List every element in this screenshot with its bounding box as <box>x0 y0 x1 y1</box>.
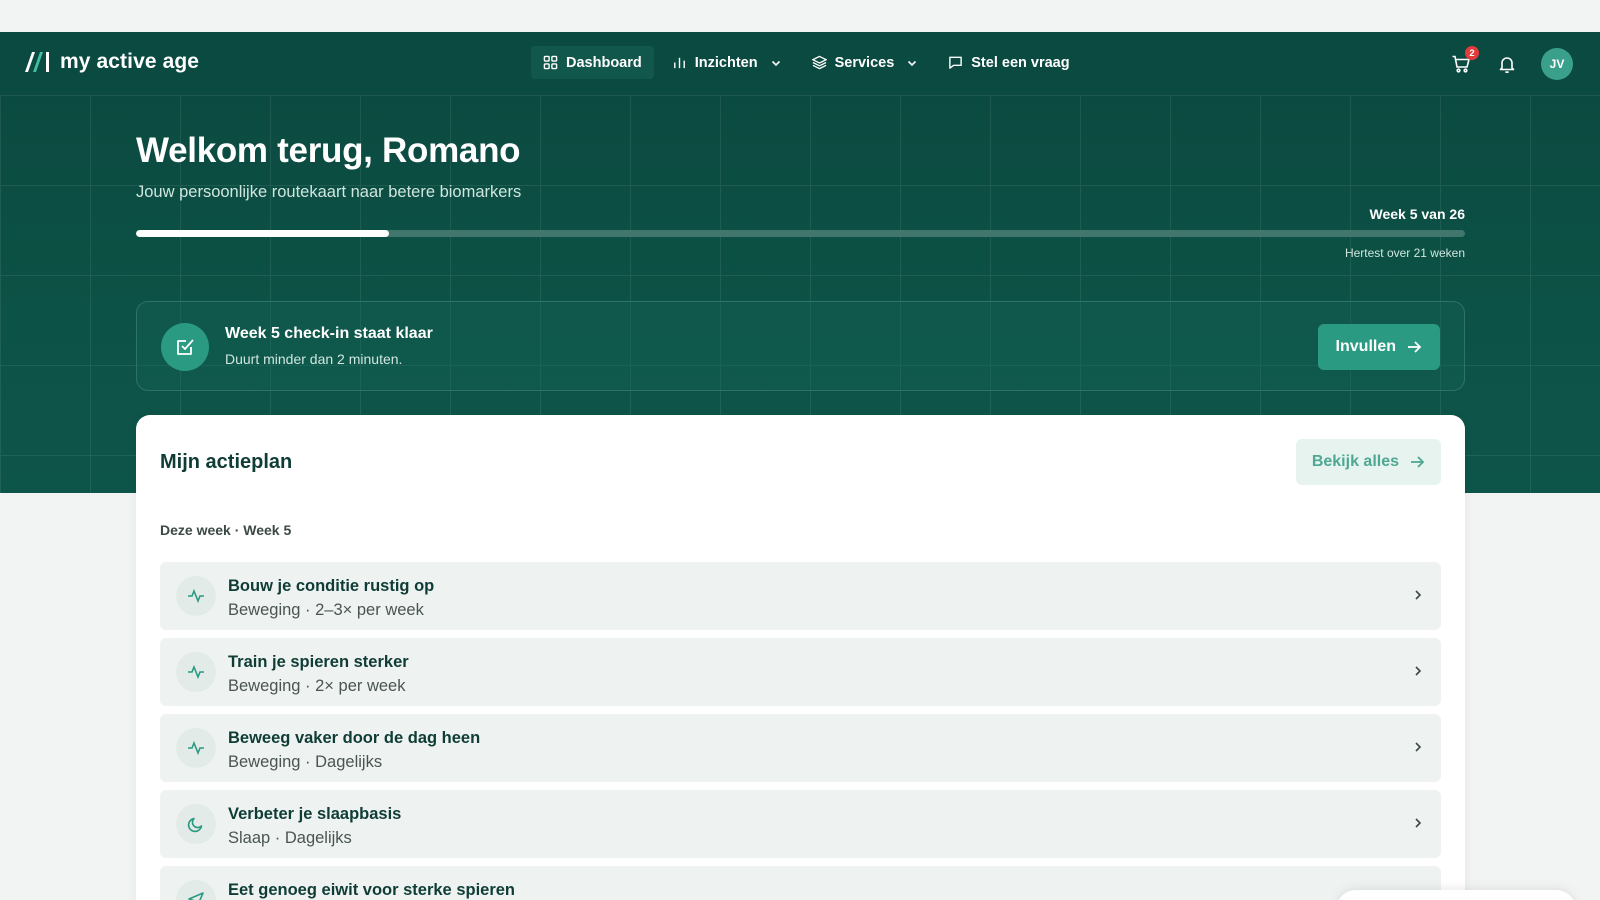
chevron-right-icon <box>1415 742 1422 752</box>
grid-icon <box>543 55 558 70</box>
action-plan-title: Mijn actieplan <box>160 451 293 473</box>
bell-icon <box>1499 57 1515 74</box>
action-item[interactable]: Eet genoeg eiwit voor sterke spieren <box>160 866 1441 900</box>
message-icon <box>949 56 963 69</box>
brand-logo[interactable]: my active age <box>24 50 199 74</box>
top-strip <box>0 0 1600 32</box>
brand-name: my active age <box>60 50 200 73</box>
nav-services[interactable]: Services <box>800 46 931 79</box>
arrow-right-icon <box>1411 456 1425 468</box>
arrow-right-icon <box>1408 341 1422 353</box>
nav-actions: 2 JV <box>1449 46 1573 80</box>
program-progress-bar <box>136 230 1465 237</box>
activity-icon <box>188 588 204 604</box>
nav-stel-een-vraag[interactable]: Stel een vraag <box>936 46 1081 79</box>
retest-note: Hertest over 21 weken <box>1344 246 1465 260</box>
cart-count-badge: 2 <box>1465 46 1479 60</box>
program-progress-fill <box>136 230 389 237</box>
floating-widget[interactable] <box>1336 890 1576 900</box>
nav-services-label: Services <box>834 54 895 71</box>
page-subtitle: Jouw persoonlijke routekaart naar betere… <box>136 183 522 201</box>
logo-mark-icon <box>25 52 49 72</box>
notifications-button[interactable] <box>1495 52 1519 76</box>
send-icon <box>188 892 204 900</box>
checkin-subtitle: Duurt minder dan 2 minuten. <box>225 351 403 367</box>
action-item[interactable]: Bouw je conditie rustig op Beweging · 2–… <box>160 562 1441 630</box>
action-item-title: Train je spieren sterker <box>228 653 409 671</box>
action-item-subtitle: Beweging · Dagelijks <box>228 753 383 771</box>
checkin-title: Week 5 check-in staat klaar <box>225 325 433 342</box>
action-item[interactable]: Train je spieren sterker Beweging · 2× p… <box>160 638 1441 706</box>
week-section-label: Deze week · Week 5 <box>160 522 292 538</box>
nav-inzichten-label: Inzichten <box>694 54 758 71</box>
nav-dashboard-label: Dashboard <box>566 54 642 71</box>
main-nav: Dashboard Inzichten Services Stel een vr… <box>531 46 1082 79</box>
action-item-subtitle: Beweging · 2× per week <box>228 677 406 695</box>
chevron-right-icon <box>1415 590 1422 600</box>
bar-chart-icon <box>673 57 685 69</box>
checkin-banner: Week 5 check-in staat klaar Duurt minder… <box>136 301 1465 391</box>
chevron-down-icon <box>908 60 917 66</box>
checkin-fill-button[interactable]: Invullen <box>1317 324 1440 370</box>
checkin-icon-wrap <box>161 323 209 371</box>
action-list: Bouw je conditie rustig op Beweging · 2–… <box>160 562 1441 900</box>
chevron-right-icon <box>1415 818 1422 828</box>
chevron-down-icon <box>771 60 780 66</box>
activity-icon-wrap <box>176 576 216 616</box>
moon-icon-wrap <box>176 804 216 844</box>
chevron-right-icon <box>1415 666 1422 676</box>
view-all-button[interactable]: Bekijk alles <box>1295 439 1441 485</box>
action-item-title: Beweeg vaker door de dag heen <box>228 729 481 747</box>
checkin-fill-button-label: Invullen <box>1335 338 1396 355</box>
send-icon-wrap <box>176 880 216 900</box>
user-avatar[interactable]: JV <box>1541 48 1573 80</box>
nav-dashboard[interactable]: Dashboard <box>531 46 654 79</box>
action-item-title: Bouw je conditie rustig op <box>228 577 435 595</box>
activity-icon-wrap <box>176 728 216 768</box>
action-item-title: Eet genoeg eiwit voor sterke spieren <box>228 881 516 899</box>
activity-icon <box>188 740 204 756</box>
top-navbar: my active age Dashboard Inzichten Servic… <box>0 32 1600 95</box>
action-item[interactable]: Beweeg vaker door de dag heen Beweging ·… <box>160 714 1441 782</box>
moon-icon <box>187 817 203 833</box>
nav-stel-een-vraag-label: Stel een vraag <box>971 54 1070 71</box>
layers-icon <box>811 55 827 70</box>
activity-icon <box>188 664 204 680</box>
week-progress-label: Week 5 van 26 <box>1369 206 1465 222</box>
action-item-subtitle: Beweging · 2–3× per week <box>228 601 424 619</box>
cart-button[interactable]: 2 <box>1449 46 1479 76</box>
action-item-title: Verbeter je slaapbasis <box>228 805 402 823</box>
action-plan-card: Mijn actieplan Bekijk alles Deze week · … <box>136 415 1465 900</box>
nav-inzichten[interactable]: Inzichten <box>660 46 794 79</box>
action-item[interactable]: Verbeter je slaapbasis Slaap · Dagelijks <box>160 790 1441 858</box>
view-all-button-label: Bekijk alles <box>1311 453 1399 470</box>
page-title: Welkom terug, Romano <box>136 131 521 170</box>
activity-icon-wrap <box>176 652 216 692</box>
checkbox-icon <box>177 339 194 355</box>
action-item-subtitle: Slaap · Dagelijks <box>228 829 352 847</box>
